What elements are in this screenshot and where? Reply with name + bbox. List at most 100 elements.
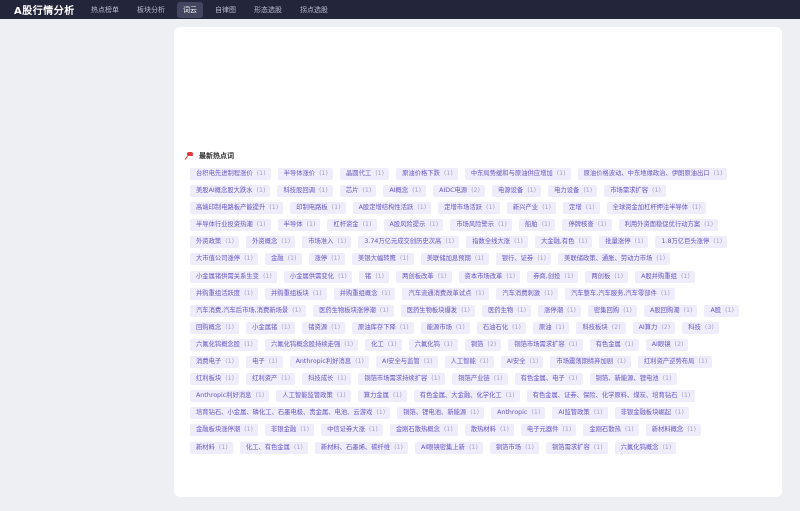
hot-word-tag[interactable]: 新兴产业 (1) bbox=[506, 202, 557, 215]
hot-word-tag[interactable]: AI眼镜密集上新 (1) bbox=[415, 441, 483, 454]
hot-word-tag[interactable]: 科技成长 (1) bbox=[302, 373, 352, 386]
hot-word-tag[interactable]: 汽车流通消费改革试点 (1) bbox=[402, 287, 490, 300]
hot-word-tag[interactable]: Anthropic利好消息 (1) bbox=[190, 390, 270, 403]
hot-word-tag[interactable]: 新材料、石墨烯、碳纤维 (1) bbox=[314, 441, 408, 454]
hot-word-tag[interactable]: 涨停潮 (1) bbox=[538, 304, 581, 317]
hot-word-tag[interactable]: 红利资产 (1) bbox=[246, 373, 296, 386]
hot-word-tag[interactable]: 晶圆代工 (1) bbox=[340, 168, 390, 180]
hot-word-tag[interactable]: 铜箔 (2) bbox=[464, 338, 502, 351]
hot-word-tag[interactable]: 有色金属 (1) bbox=[589, 338, 639, 351]
hot-word-tag[interactable]: 市场震荡期缔弃加剧 (1) bbox=[550, 356, 631, 369]
hot-word-tag[interactable]: 铜箔需求扩容 (1) bbox=[545, 441, 608, 454]
hot-word-tag[interactable]: 市场准入 (1) bbox=[302, 236, 352, 249]
hot-word-tag[interactable]: 红利资产逆势布局 (1) bbox=[637, 356, 713, 369]
hot-word-tag[interactable]: 小金属锗供需关系生变 (1) bbox=[190, 270, 277, 283]
hot-word-tag[interactable]: 船舶 (1) bbox=[518, 219, 556, 232]
hot-word-tag[interactable]: 台积电先进制程涨价 (1) bbox=[190, 168, 271, 180]
hot-word-tag[interactable]: 铜箔、新能源、锂电池 (1) bbox=[589, 373, 677, 386]
hot-word-tag[interactable]: 汽车消费,汽车后市场,消费新场景 (1) bbox=[190, 304, 307, 317]
hot-word-tag[interactable]: AI安全与监管 (1) bbox=[376, 356, 438, 369]
hot-word-tag[interactable]: 涨停 (1) bbox=[308, 253, 346, 266]
hot-word-tag[interactable]: AI眼镜 (2) bbox=[645, 338, 689, 351]
hot-word-tag[interactable]: 医药生物板块涨停潮 (1) bbox=[313, 304, 394, 317]
hot-word-tag[interactable]: 六氟化钨概念股 (1) bbox=[190, 338, 258, 351]
hot-word-tag[interactable]: 化工 (1) bbox=[365, 338, 402, 351]
hot-word-tag[interactable]: 高端印制电路板产能提升 (1) bbox=[190, 202, 284, 215]
hot-word-tag[interactable]: 铜箔产业链 (1) bbox=[452, 373, 508, 386]
hot-word-tag[interactable]: 算力金属 (1) bbox=[357, 390, 407, 403]
hot-word-tag[interactable]: 批量涨停 (1) bbox=[599, 236, 649, 249]
hot-word-tag[interactable]: 锗资源 (1) bbox=[302, 321, 346, 334]
hot-word-tag[interactable]: 石油石化 (1) bbox=[476, 321, 526, 334]
hot-word-tag[interactable]: 金融板块涨停潮 (1) bbox=[190, 424, 258, 437]
hot-word-tag[interactable]: 回购概念 (1) bbox=[190, 321, 240, 334]
hot-word-tag[interactable]: AI算力 (2) bbox=[632, 321, 676, 334]
hot-word-tag[interactable]: 芯片 (1) bbox=[339, 185, 377, 198]
hot-word-tag[interactable]: 美联储政策、通胀、劳动力市场 (1) bbox=[558, 253, 671, 266]
hot-word-tag[interactable]: 新材料 (1) bbox=[190, 441, 233, 454]
hot-word-tag[interactable]: Anthropic (1) bbox=[491, 407, 546, 420]
hot-word-tag[interactable]: 汽车消费刺激 (1) bbox=[496, 287, 558, 300]
hot-word-tag[interactable]: 全球资金加杠杆押注半导体 (1) bbox=[606, 202, 707, 215]
hot-word-tag[interactable]: 铜箔市场需求持续扩容 (1) bbox=[358, 373, 446, 386]
hot-word-tag[interactable]: 红利板块 (1) bbox=[190, 373, 240, 386]
hot-word-tag[interactable]: 小金属供需变化 (1) bbox=[283, 270, 352, 283]
hot-word-tag[interactable]: 中东局势缓和与原油供应增加 (1) bbox=[464, 168, 571, 180]
hot-word-tag[interactable]: 并购重组活跃度 (1) bbox=[190, 287, 258, 300]
nav-item-turning-point-picker[interactable]: 拐点选股 bbox=[294, 2, 334, 18]
hot-word-tag[interactable]: 科技股回调 (1) bbox=[277, 185, 333, 198]
hot-word-tag[interactable]: 利用外资面稳促优行动方案 (1) bbox=[618, 219, 719, 232]
hot-word-tag[interactable]: 电子元器件 (1) bbox=[520, 424, 577, 437]
hot-word-tag[interactable]: 人工智能 (1) bbox=[444, 356, 494, 369]
hot-word-tag[interactable]: 美联储加息预期 (1) bbox=[420, 253, 489, 266]
hot-word-tag[interactable]: 六氟化钨概念 (1) bbox=[614, 441, 677, 454]
hot-word-tag[interactable]: AI监管政策 (1) bbox=[552, 407, 608, 420]
hot-word-tag[interactable]: 非银金融 (1) bbox=[265, 424, 315, 437]
hot-word-tag[interactable]: 指数全线大涨 (1) bbox=[466, 236, 528, 249]
hot-word-tag[interactable]: 市场需求扩容 (1) bbox=[604, 185, 666, 198]
hot-word-tag[interactable]: 金刚石散热 (1) bbox=[583, 424, 639, 437]
hot-word-tag[interactable]: 铜箔、锂电池、新能源 (1) bbox=[397, 407, 485, 420]
hot-word-tag[interactable]: 有色金属、大金融、化学化工 (1) bbox=[413, 390, 520, 403]
hot-word-tag[interactable]: 人工智能监管政策 (1) bbox=[276, 390, 351, 403]
hot-word-tag[interactable]: 密集回购 (1) bbox=[587, 304, 638, 317]
hot-word-tag[interactable]: 原油 (1) bbox=[532, 321, 570, 334]
hot-word-tag[interactable]: 中信证券大涨 (1) bbox=[321, 424, 383, 437]
hot-word-tag[interactable]: 科技板块 (2) bbox=[576, 321, 626, 334]
hot-word-tag[interactable]: 原油价格波动、中东地缘政治、伊朗原油出口 (1) bbox=[577, 168, 728, 180]
hot-word-tag[interactable]: 资本市场改革 (1) bbox=[458, 270, 521, 283]
nav-item-word-cloud[interactable]: 词云 bbox=[177, 1, 203, 18]
hot-word-tag[interactable]: 券商,创投 (1) bbox=[527, 270, 579, 283]
hot-word-tag[interactable]: 散热材料 (1) bbox=[464, 424, 514, 437]
hot-word-tag[interactable]: 半导体涨价 (1) bbox=[277, 168, 333, 180]
hot-word-tag[interactable]: AIDC电源 (2) bbox=[433, 185, 486, 198]
hot-word-tag[interactable]: A股定增结构性活跃 (1) bbox=[352, 202, 432, 215]
hot-word-tag[interactable]: 培育钻石、小金属、磷化工、石墨电极、贵金属、电池、云游戏 (1) bbox=[190, 407, 391, 420]
hot-word-tag[interactable]: 能源市场 (1) bbox=[420, 321, 470, 334]
hot-word-tag[interactable]: 小金属锗 (1) bbox=[246, 321, 296, 334]
hot-word-tag[interactable]: 铜箔市场需求扩容 (1) bbox=[508, 338, 583, 351]
hot-word-tag[interactable]: 六氟化钨 (1) bbox=[408, 338, 458, 351]
hot-word-tag[interactable]: 美股AI概念股大跌水 (1) bbox=[190, 185, 271, 198]
nav-item-self-chart[interactable]: 自律图 bbox=[209, 2, 242, 18]
hot-word-tag[interactable]: 半导体 (1) bbox=[277, 219, 321, 232]
hot-word-tag[interactable]: 3.74万亿元成交创历史次高 (1) bbox=[358, 236, 460, 249]
hot-word-tag[interactable]: 定增 (1) bbox=[563, 202, 600, 215]
hot-word-tag[interactable]: A股并购重组 (1) bbox=[635, 270, 695, 283]
hot-word-tag[interactable]: 非银金融板块崛起 (1) bbox=[614, 407, 689, 420]
hot-word-tag[interactable]: 市场风险警示 (1) bbox=[450, 219, 512, 232]
hot-word-tag[interactable]: 电子 (1) bbox=[246, 356, 283, 369]
hot-word-tag[interactable]: 医药生物 (1) bbox=[481, 304, 532, 317]
hot-word-tag[interactable]: 新材料概念 (1) bbox=[645, 424, 702, 437]
hot-word-tag[interactable]: 银行、证券 (1) bbox=[495, 253, 552, 266]
hot-word-tag[interactable]: 并购重组板块 (1) bbox=[265, 287, 327, 300]
hot-word-tag[interactable]: 医药生物板块爆发 (1) bbox=[400, 304, 475, 317]
hot-word-tag[interactable]: A股回购潮 (1) bbox=[644, 304, 698, 317]
hot-word-tag[interactable]: Anthropic利好消息 (1) bbox=[289, 356, 370, 369]
hot-word-tag[interactable]: 电源设备 (1) bbox=[492, 185, 542, 198]
hot-word-tag[interactable]: 有色金属、证券、保险、化学原料、煤炭、培育钻石 (1) bbox=[526, 390, 696, 403]
hot-word-tag[interactable]: 大市值公司涨停 (1) bbox=[190, 253, 258, 266]
hot-word-tag[interactable]: 美银大幅转鹰 (1) bbox=[352, 253, 414, 266]
hot-word-tag[interactable]: 金刚石散热概念 (1) bbox=[389, 424, 458, 437]
hot-word-tag[interactable]: A股风险提示 (1) bbox=[383, 219, 444, 232]
